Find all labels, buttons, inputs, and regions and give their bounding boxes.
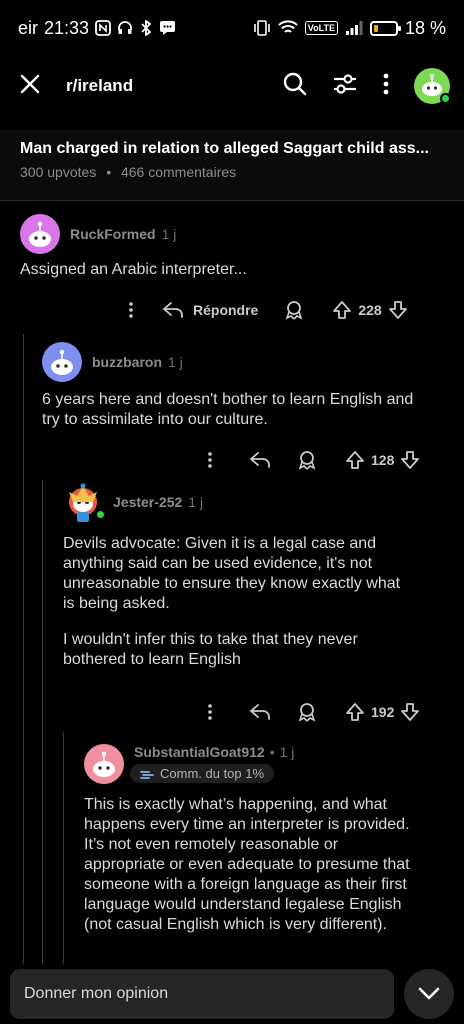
thread-line — [42, 480, 43, 964]
post-header[interactable]: Man charged in relation to alleged Sagga… — [0, 130, 464, 200]
comment: RuckFormed 1 j Assigned an Arabic interp… — [20, 214, 450, 280]
comment-body: 6 years here and doesn't bother to learn… — [42, 390, 452, 430]
downvote-icon[interactable] — [388, 300, 408, 320]
more-vert-icon[interactable] — [382, 72, 390, 101]
award-icon[interactable] — [284, 300, 304, 320]
top-commenter-badge: Comm. du top 1% — [130, 764, 275, 783]
avatar[interactable] — [63, 482, 106, 522]
next-comment-button[interactable] — [404, 969, 454, 1019]
carrier-label: eir — [18, 17, 39, 38]
upvote-icon[interactable] — [345, 450, 365, 470]
comment-body: Assigned an Arabic interpreter... — [20, 260, 450, 280]
comment-age: 1 j — [161, 226, 177, 242]
comment-line: try to assimilate into our culture. — [42, 411, 268, 428]
reply-icon[interactable] — [249, 703, 271, 721]
award-icon[interactable] — [297, 450, 317, 470]
comment-line: someone with a foreign language as their… — [84, 875, 407, 893]
close-icon[interactable] — [20, 74, 40, 99]
reply-icon[interactable] — [249, 451, 271, 469]
avatar[interactable] — [84, 744, 124, 784]
award-icon[interactable] — [297, 702, 317, 722]
comment-line: appropriate or even adequate to presume … — [84, 855, 410, 873]
comment-username[interactable]: SubstantialGoat912 — [134, 744, 265, 760]
badge-icon — [140, 770, 154, 779]
comment-body: This is exactly what’s happening, and wh… — [84, 795, 454, 935]
vote-score: 228 — [358, 302, 382, 318]
comment-body: Devils advocate: Given it is a legal cas… — [63, 534, 453, 670]
comment-actions: Répondre 228 — [128, 300, 408, 320]
online-status-dot — [440, 93, 451, 104]
top-app-bar: r/ireland — [0, 56, 464, 116]
chevron-down-icon — [418, 987, 440, 1000]
avatar[interactable] — [20, 214, 60, 254]
battery-icon — [369, 20, 401, 36]
comment: buzzbaron 1 j 6 years here and doesn't b… — [42, 342, 452, 430]
comment-line: bothered to learn English — [63, 651, 241, 668]
status-bar: eir 21:33 VoLTE 18 % — [0, 0, 464, 56]
upvote-icon[interactable] — [345, 702, 365, 722]
post-meta: 300 upvotes • 466 commentaires — [20, 164, 444, 180]
comment-username[interactable]: Jester-252 — [113, 494, 182, 510]
battery-percent: 18 % — [404, 17, 446, 38]
comment-age: 1 j — [188, 494, 204, 510]
search-icon[interactable] — [282, 71, 308, 102]
comment-line: Assigned an Arabic interpreter... — [20, 261, 247, 278]
comment: Jester-252 1 j Devils advocate: Given it… — [63, 482, 453, 670]
vote-score: 192 — [371, 704, 395, 720]
comment-line: This is exactly what’s happening, and wh… — [84, 795, 387, 813]
reply-input[interactable]: Donner mon opinion — [10, 969, 394, 1019]
wifi-icon — [278, 20, 298, 36]
comment-line: language would understand legalese Engli… — [84, 895, 402, 913]
signal-icon — [345, 20, 363, 36]
vibrate-icon — [253, 20, 271, 36]
user-avatar[interactable] — [414, 68, 451, 104]
comment-age: 1 j — [168, 354, 183, 370]
chat-icon — [159, 20, 176, 36]
comment-username[interactable]: buzzbaron — [92, 354, 162, 370]
comment-line: is being asked. — [63, 595, 170, 612]
comment-line: It’s not even remotely reasonable or — [84, 835, 339, 853]
subreddit-title[interactable]: r/ireland — [66, 76, 133, 96]
comment-actions: 128 — [207, 450, 420, 470]
comment-line: happens every time an interpreter is pro… — [84, 815, 410, 833]
comment-line: Devils advocate: Given it is a legal cas… — [63, 535, 377, 552]
comment-line: I wouldn't infer this to take that they … — [63, 631, 358, 648]
nfc-icon — [95, 20, 111, 36]
comment: SubstantialGoat912 • 1 j Comm. du top 1%… — [84, 744, 454, 935]
comment-line: 6 years here and doesn't bother to learn… — [42, 391, 414, 408]
comment-line — [63, 614, 453, 630]
meta-separator: • — [269, 744, 275, 760]
online-status-dot — [95, 509, 106, 520]
comment-line: unreasonable to ensure they know exactly… — [63, 575, 401, 592]
bluetooth-icon — [139, 20, 153, 36]
volte-badge: VoLTE — [304, 21, 338, 35]
headset-icon — [117, 20, 133, 36]
meta-separator: • — [106, 164, 112, 180]
badge-label: Comm. du top 1% — [160, 766, 265, 781]
comment-age: 1 j — [279, 744, 295, 760]
comment-count: 466 commentaires — [120, 164, 237, 180]
thread-line — [63, 732, 64, 964]
downvote-icon[interactable] — [400, 702, 420, 722]
comment-actions: 192 — [207, 702, 420, 722]
upvote-icon[interactable] — [332, 300, 352, 320]
thread-line — [23, 334, 24, 964]
filter-icon[interactable] — [332, 71, 358, 102]
downvote-icon[interactable] — [400, 450, 420, 470]
more-options-icon[interactable] — [207, 703, 213, 721]
upvote-count: 300 upvotes — [20, 164, 97, 180]
more-options-icon[interactable] — [207, 451, 213, 469]
comment-username[interactable]: RuckFormed — [70, 226, 156, 242]
more-options-icon[interactable] — [128, 301, 134, 319]
reply-placeholder: Donner mon opinion — [24, 985, 169, 1002]
comment-line: (not casual English which is very differ… — [84, 915, 387, 933]
header-divider — [0, 200, 464, 201]
reply-button[interactable]: Répondre — [162, 301, 258, 319]
clock: 21:33 — [44, 17, 90, 38]
reply-label: Répondre — [193, 302, 259, 318]
avatar[interactable] — [42, 342, 82, 382]
vote-score: 128 — [371, 452, 395, 468]
comment-line: anything said can be used evidence, it's… — [63, 555, 373, 572]
post-title[interactable]: Man charged in relation to alleged Sagga… — [20, 140, 444, 158]
